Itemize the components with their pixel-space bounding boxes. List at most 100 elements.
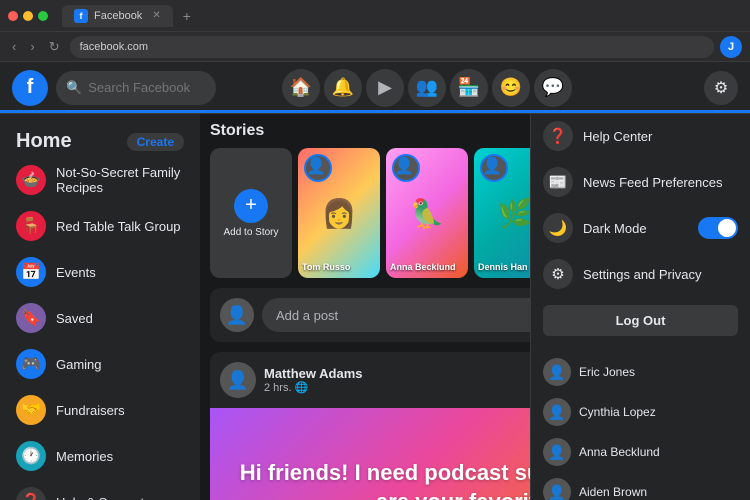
friend-item-eric[interactable]: 👤 Eric Jones — [531, 352, 750, 392]
address-text: facebook.com — [80, 41, 148, 53]
back-button[interactable]: ‹ — [8, 37, 20, 56]
forward-button[interactable]: › — [26, 37, 38, 56]
friend-name: Cynthia Lopez — [579, 405, 656, 419]
family-recipes-icon: 🍲 — [16, 165, 46, 195]
top-nav: f 🔍 🏠 🔔 ▶ 👥 🏪 😊 💬 ⚙ — [0, 62, 750, 114]
stories-title: Stories — [210, 122, 264, 140]
nav-video-button[interactable]: ▶ — [366, 69, 404, 107]
friend-name: Eric Jones — [579, 365, 635, 379]
settings-privacy-icon: ⚙ — [543, 259, 573, 289]
nav-emoji-button[interactable]: 😊 — [492, 69, 530, 107]
friend-avatar-eric: 👤 — [543, 358, 571, 386]
story-name-2: Anna Becklund — [390, 262, 464, 272]
sidebar-item-help[interactable]: ❓ Help & Support — [8, 479, 192, 500]
menu-item-help-center[interactable]: ❓ Help Center — [531, 113, 750, 159]
nav-notifications-button[interactable]: 🔔 — [324, 69, 362, 107]
sidebar-item-fundraisers[interactable]: 🤝 Fundraisers — [8, 387, 192, 433]
nav-marketplace-button[interactable]: 🏪 — [450, 69, 488, 107]
sidebar-item-gaming[interactable]: 🎮 Gaming — [8, 341, 192, 387]
friend-item-cynthia[interactable]: 👤 Cynthia Lopez — [531, 392, 750, 432]
dark-mode-toggle[interactable] — [698, 217, 738, 239]
dark-mode-label: Dark Mode — [583, 221, 647, 236]
toggle-knob — [718, 219, 736, 237]
story-add-label: Add to Story — [223, 227, 278, 238]
sidebar-item-memories[interactable]: 🕐 Memories — [8, 433, 192, 479]
close-button[interactable] — [8, 11, 18, 21]
friend-avatar-aiden: 👤 — [543, 478, 571, 500]
menu-item-settings-privacy[interactable]: ⚙ Settings and Privacy — [531, 251, 750, 297]
menu-label: Help Center — [583, 129, 652, 144]
minimize-button[interactable] — [23, 11, 33, 21]
sidebar-label: Help & Support — [56, 495, 144, 500]
search-input[interactable] — [88, 80, 198, 95]
sidebar-label: Not-So-Secret Family Recipes — [56, 165, 184, 195]
story-avatar-1: 👤 — [304, 154, 332, 182]
menu-label: Settings and Privacy — [583, 267, 702, 282]
gaming-icon: 🎮 — [16, 349, 46, 379]
events-icon: 📅 — [16, 257, 46, 287]
fundraisers-icon: 🤝 — [16, 395, 46, 425]
story-card-tom[interactable]: 👩 👤 Tom Russo — [298, 148, 380, 278]
story-person-2: 🦜 — [410, 197, 445, 230]
address-bar[interactable]: facebook.com — [70, 36, 714, 58]
new-tab-button[interactable]: + — [183, 8, 191, 24]
help-icon: ❓ — [16, 487, 46, 500]
story-card-anna[interactable]: 🦜 👤 Anna Becklund — [386, 148, 468, 278]
story-name-1: Tom Russo — [302, 262, 376, 272]
browser-chrome: f Facebook ✕ + — [0, 0, 750, 32]
sidebar-item-saved[interactable]: 🔖 Saved — [8, 295, 192, 341]
friend-item-anna[interactable]: 👤 Anna Becklund — [531, 432, 750, 472]
story-avatar-3: 👤 — [480, 154, 508, 182]
friend-avatar-cynthia: 👤 — [543, 398, 571, 426]
story-add-circle: + — [234, 189, 268, 223]
browser-tab[interactable]: f Facebook ✕ — [62, 5, 173, 27]
story-add-bg: + Add to Story — [210, 148, 292, 278]
help-center-icon: ❓ — [543, 121, 573, 151]
sidebar-label: Red Table Talk Group — [56, 219, 181, 234]
logout-button[interactable]: Log Out — [543, 305, 738, 336]
fullscreen-button[interactable] — [38, 11, 48, 21]
red-table-icon: 🪑 — [16, 211, 46, 241]
browser-profile-icon[interactable]: J — [720, 36, 742, 58]
sidebar-item-red-table[interactable]: 🪑 Red Table Talk Group — [8, 203, 192, 249]
search-icon: 🔍 — [66, 80, 82, 96]
friend-name: Aiden Brown — [579, 485, 647, 499]
tab-favicon: f — [74, 9, 88, 23]
composer-avatar: 👤 — [220, 298, 254, 332]
story-person-3: 🌿 — [498, 197, 533, 230]
story-add-card[interactable]: + Add to Story — [210, 148, 292, 278]
create-button[interactable]: Create — [127, 133, 184, 151]
nav-home-button[interactable]: 🏠 — [282, 69, 320, 107]
nav-messenger-button[interactable]: 💬 — [534, 69, 572, 107]
memories-icon: 🕐 — [16, 441, 46, 471]
friend-item-aiden[interactable]: 👤 Aiden Brown — [531, 472, 750, 500]
sidebar-item-family-recipes[interactable]: 🍲 Not-So-Secret Family Recipes — [8, 157, 192, 203]
story-avatar-2: 👤 — [392, 154, 420, 182]
right-panel: 👨‍👩‍👧‍👦 👩 Josephine Williams ❓ Help Cent… — [530, 62, 750, 500]
nav-right: ⚙ — [704, 71, 738, 105]
menu-label: News Feed Preferences — [583, 175, 722, 190]
sidebar-label: Memories — [56, 449, 113, 464]
address-bar-row: ‹ › ↻ facebook.com J — [0, 32, 750, 62]
menu-item-news-feed[interactable]: 📰 News Feed Preferences — [531, 159, 750, 205]
sidebar-header: Home Create — [8, 122, 192, 157]
saved-icon: 🔖 — [16, 303, 46, 333]
friend-avatar-anna: 👤 — [543, 438, 571, 466]
tab-close-icon[interactable]: ✕ — [152, 10, 160, 21]
menu-item-dark-mode[interactable]: 🌙 Dark Mode — [531, 205, 750, 251]
sidebar-label: Saved — [56, 311, 93, 326]
nav-icons: 🏠 🔔 ▶ 👥 🏪 😊 💬 — [282, 69, 572, 107]
nav-friends-button[interactable]: 👥 — [408, 69, 446, 107]
post-avatar: 👤 — [220, 362, 256, 398]
traffic-lights — [8, 11, 48, 21]
sidebar-label: Events — [56, 265, 96, 280]
dark-mode-icon: 🌙 — [543, 213, 573, 243]
refresh-button[interactable]: ↻ — [45, 37, 64, 57]
nav-settings-button[interactable]: ⚙ — [704, 71, 738, 105]
sidebar-label: Gaming — [56, 357, 102, 372]
story-person-1: 👩 — [322, 197, 357, 230]
sidebar-item-events[interactable]: 📅 Events — [8, 249, 192, 295]
news-feed-icon: 📰 — [543, 167, 573, 197]
sidebar-title: Home — [16, 130, 72, 153]
search-bar[interactable]: 🔍 — [56, 71, 216, 105]
